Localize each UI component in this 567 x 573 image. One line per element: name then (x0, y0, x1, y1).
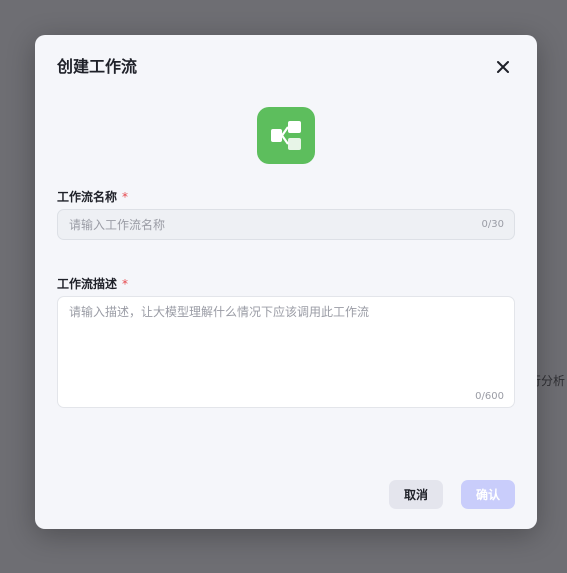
close-button[interactable] (494, 58, 512, 76)
dialog-title: 创建工作流 (57, 57, 138, 76)
workflow-description-counter: 0/600 (475, 391, 504, 402)
workflow-description-label-text: 工作流描述 (57, 277, 118, 291)
required-mark: * (122, 190, 129, 204)
workflow-name-input[interactable] (58, 210, 468, 239)
workflow-name-field: 0/30 (57, 209, 515, 240)
required-mark: * (122, 277, 129, 291)
confirm-button[interactable]: 确认 (461, 480, 515, 509)
workflow-name-label-text: 工作流名称 (57, 190, 118, 204)
workflow-name-label: 工作流名称 * (57, 189, 128, 205)
workflow-description-field: 0/600 (57, 296, 515, 408)
workflow-icon (257, 107, 315, 164)
workflow-description-input[interactable] (58, 297, 514, 385)
cancel-button[interactable]: 取消 (389, 480, 443, 509)
create-workflow-dialog: 创建工作流 工作流名称 * 0/30 工作流描述 * 0/600 取消 确认 (35, 35, 537, 529)
workflow-description-label: 工作流描述 * (57, 276, 128, 292)
close-icon (497, 61, 509, 73)
workflow-name-counter: 0/30 (481, 219, 504, 230)
